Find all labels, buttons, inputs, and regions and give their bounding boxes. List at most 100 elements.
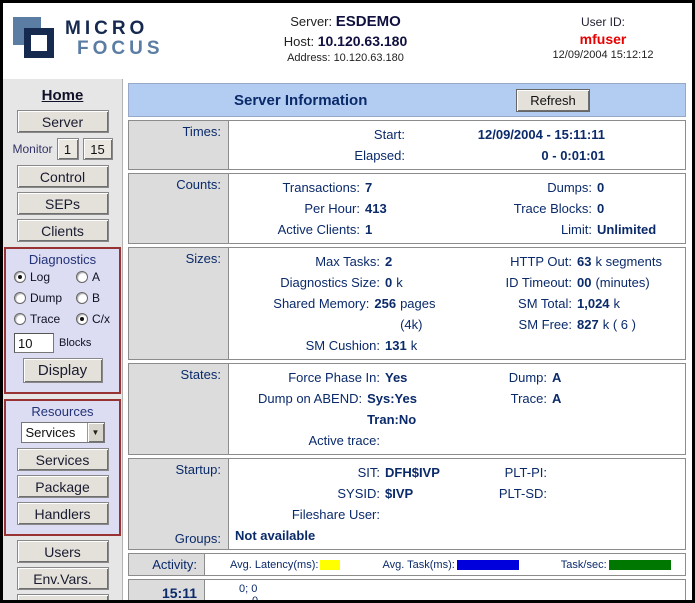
- diagnostics-title: Diagnostics: [8, 252, 117, 267]
- main-content: Server Information Refresh Times: Start:…: [123, 79, 692, 600]
- monitor-count-button[interactable]: 15: [83, 138, 113, 160]
- resources-panel: Resources Services ▼ Services Package Ha…: [4, 399, 121, 536]
- server-identity: Server: ESDEMO Host: 10.120.63.180 Addre…: [238, 13, 453, 64]
- resources-select[interactable]: Services ▼: [21, 422, 105, 443]
- radio-cx-icon[interactable]: [76, 313, 88, 325]
- history-time-label: 15:11: [129, 580, 205, 603]
- users-button[interactable]: Users: [17, 540, 109, 563]
- header-timestamp: 12/09/2004 15:12:12: [523, 49, 683, 61]
- start-value: 12/09/2004 - 15:11:11: [410, 124, 605, 145]
- handlers-button[interactable]: Handlers: [17, 502, 109, 525]
- user-id-label: User ID:: [523, 15, 683, 29]
- fileshare-user-label: Fileshare User:: [235, 504, 385, 525]
- max-tasks-value: 2: [385, 251, 392, 272]
- sizes-label: Sizes:: [129, 248, 229, 359]
- blocks-input[interactable]: [14, 333, 54, 353]
- max-tasks-label: Max Tasks:: [235, 251, 385, 272]
- history-values-line1: 0; 0: [211, 583, 679, 595]
- active-trace-label: Active trace:: [235, 430, 385, 451]
- sm-cushion-label: SM Cushion:: [235, 335, 385, 356]
- latency-legend-swatch: [320, 560, 340, 570]
- radio-log-icon[interactable]: [14, 271, 26, 283]
- per-hour-value: 413: [365, 198, 387, 219]
- shared-memory-label: Shared Memory:: [235, 293, 374, 335]
- host-value: 10.120.63.180: [318, 33, 408, 49]
- monitor-label: Monitor: [12, 142, 52, 156]
- chevron-down-icon[interactable]: ▼: [87, 423, 104, 442]
- monitor-interval-button[interactable]: 1: [57, 138, 79, 160]
- sm-total-label: SM Total:: [457, 293, 577, 314]
- transactions-value: 7: [365, 177, 372, 198]
- sm-free-value: 827: [577, 314, 599, 335]
- package-button[interactable]: Package: [17, 475, 109, 498]
- header: MICRO FOCUS Server: ESDEMO Host: 10.120.…: [3, 3, 692, 79]
- seps-button[interactable]: SEPs: [17, 192, 109, 215]
- sit-value: DFH$IVP: [385, 462, 440, 483]
- task-legend-swatch: [457, 560, 519, 570]
- task-per-sec-label: Task/sec:: [561, 559, 607, 571]
- host-label: Host:: [284, 34, 314, 49]
- control-button[interactable]: Control: [17, 165, 109, 188]
- radio-a-icon[interactable]: [76, 271, 88, 283]
- radio-b-icon[interactable]: [76, 292, 88, 304]
- radio-cx[interactable]: C/x: [76, 312, 122, 326]
- id-timeout-value: 00: [577, 272, 591, 293]
- id-timeout-label: ID Timeout:: [457, 272, 577, 293]
- server-button[interactable]: Server: [17, 110, 109, 133]
- logo-text-micro: MICRO: [65, 19, 164, 38]
- plt-sd-label: PLT-SD:: [457, 483, 552, 504]
- sm-free-label: SM Free:: [457, 314, 577, 335]
- shared-memory-value: 256: [374, 293, 396, 335]
- force-phase-in-value: Yes: [385, 367, 407, 388]
- micro-focus-logo: MICRO FOCUS: [13, 13, 164, 63]
- active-clients-value: 1: [365, 219, 372, 240]
- trace-state-value: A: [552, 388, 561, 409]
- address-value: 10.120.63.180: [334, 52, 404, 64]
- dump-state-value: A: [552, 367, 561, 388]
- activity-label: Activity:: [129, 554, 205, 575]
- radio-trace[interactable]: Trace: [14, 312, 76, 326]
- counts-row: Counts: Transactions:7 Per Hour:413 Acti…: [128, 173, 686, 244]
- radio-dump[interactable]: Dump: [14, 291, 76, 305]
- home-link[interactable]: Home: [3, 87, 122, 104]
- radio-b[interactable]: B: [76, 291, 122, 305]
- start-label: Start:: [235, 124, 410, 145]
- envvars-button[interactable]: Env.Vars.: [17, 567, 109, 590]
- transactions-label: Transactions:: [235, 177, 365, 198]
- sm-total-value: 1,024: [577, 293, 610, 314]
- page: MICRO FOCUS Server: ESDEMO Host: 10.120.…: [0, 0, 695, 603]
- radio-a[interactable]: A: [76, 270, 122, 284]
- limit-label: Limit:: [457, 219, 597, 240]
- radio-dump-icon[interactable]: [14, 292, 26, 304]
- clients-button[interactable]: Clients: [17, 219, 109, 242]
- server-name: ESDEMO: [336, 13, 401, 30]
- diagnostics-panel: Diagnostics Log A Dump B Trace C/x Block…: [4, 247, 121, 394]
- trace-blocks-value: 0: [597, 198, 604, 219]
- logo-text-focus: FOCUS: [77, 39, 164, 58]
- groups-label: Groups:: [129, 531, 221, 546]
- plt-pi-label: PLT-PI:: [457, 462, 552, 483]
- refresh-button[interactable]: Refresh: [516, 89, 590, 112]
- server-label: Server:: [290, 14, 332, 29]
- chguser-button[interactable]: Chg.User: [17, 594, 109, 603]
- diagnostics-size-label: Diagnostics Size:: [235, 272, 385, 293]
- sm-cushion-value: 131: [385, 335, 407, 356]
- sizes-row: Sizes: Max Tasks:2 Diagnostics Size:0k S…: [128, 247, 686, 360]
- user-id-value: mfuser: [523, 31, 683, 47]
- resources-title: Resources: [8, 404, 117, 419]
- sit-label: SIT:: [235, 462, 385, 483]
- groups-value: Not available: [235, 525, 679, 546]
- top-title-bar: Server Information Refresh: [128, 83, 686, 117]
- startup-row: Startup: Groups: SIT:DFH$IVP SYSID:$IVP …: [128, 458, 686, 550]
- tasksec-legend-swatch: [609, 560, 671, 570]
- diagnostics-size-value: 0: [385, 272, 392, 293]
- dump-on-abend-value: Sys:Yes Tran:No: [367, 388, 457, 430]
- elapsed-label: Elapsed:: [235, 145, 410, 166]
- dump-state-label: Dump:: [457, 367, 552, 388]
- radio-log[interactable]: Log: [14, 270, 76, 284]
- dumps-label: Dumps:: [457, 177, 597, 198]
- services-button[interactable]: Services: [17, 448, 109, 471]
- avg-latency-label: Avg. Latency(ms):: [230, 559, 318, 571]
- display-button[interactable]: Display: [23, 358, 103, 383]
- radio-trace-icon[interactable]: [14, 313, 26, 325]
